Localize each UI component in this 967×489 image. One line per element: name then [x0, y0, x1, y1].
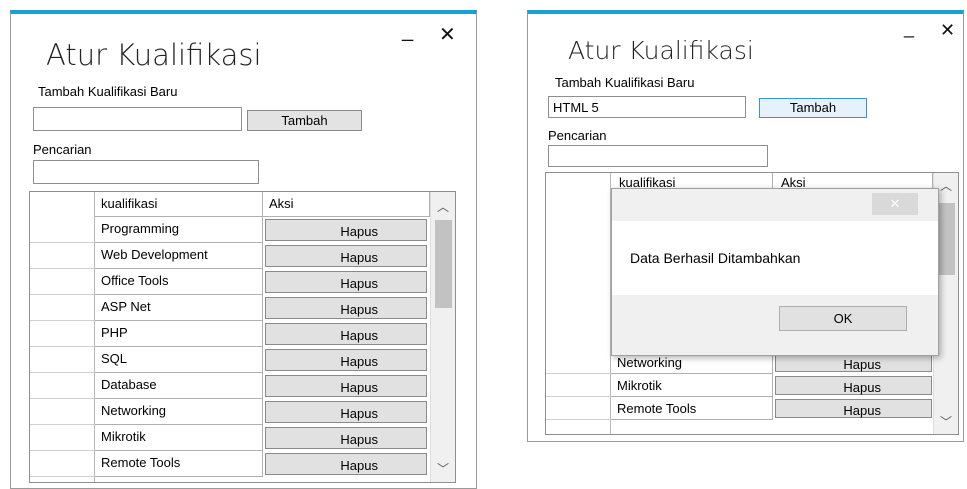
- row-header-cell[interactable]: [30, 451, 95, 477]
- row-header-cell[interactable]: [30, 321, 95, 347]
- search-label: Pencarian: [548, 128, 607, 143]
- delete-button[interactable]: Hapus: [265, 219, 427, 241]
- qualification-name-cell[interactable]: PHP: [95, 321, 263, 347]
- row-header-cell[interactable]: [546, 351, 611, 374]
- qualification-name-cell[interactable]: Programming: [95, 217, 263, 243]
- row-header-cell[interactable]: [546, 374, 611, 397]
- delete-button[interactable]: Hapus: [265, 375, 427, 397]
- column-header-kualifikasi[interactable]: kualifikasi: [95, 192, 263, 217]
- delete-button[interactable]: Hapus: [775, 376, 932, 395]
- column-header-aksi[interactable]: Aksi: [263, 192, 430, 217]
- left-window: Atur Kualifikasi _ ✕ Tambah Kualifikasi …: [10, 10, 477, 489]
- qualification-name-cell[interactable]: Mikrotik: [611, 374, 773, 397]
- vertical-scrollbar[interactable]: ︿ ﹀: [430, 192, 455, 482]
- add-qualification-input[interactable]: [548, 96, 746, 118]
- close-button[interactable]: ✕: [940, 20, 955, 41]
- qualification-name-cell[interactable]: SQL: [95, 347, 263, 373]
- qualification-name-cell[interactable]: ASP Net: [95, 295, 263, 321]
- delete-button[interactable]: Hapus: [265, 427, 427, 449]
- scroll-thumb[interactable]: [938, 203, 955, 275]
- delete-button[interactable]: Hapus: [265, 323, 427, 345]
- row-header-cell[interactable]: [30, 217, 95, 243]
- add-qualification-input[interactable]: [33, 107, 242, 131]
- row-header-cell[interactable]: [30, 295, 95, 321]
- right-window: Atur Kualifikasi _ ✕ Tambah Kualifikasi …: [527, 10, 964, 442]
- qualification-name-cell[interactable]: Office Tools: [95, 269, 263, 295]
- row-header-cell[interactable]: [546, 397, 611, 420]
- qualification-name-cell[interactable]: Web Development: [95, 243, 263, 269]
- minimize-button[interactable]: _: [402, 20, 413, 43]
- row-header-cell[interactable]: [30, 399, 95, 425]
- dialog-close-button[interactable]: ✕: [872, 193, 918, 215]
- add-qualification-label: Tambah Kualifikasi Baru: [38, 84, 178, 99]
- window-title: Atur Kualifikasi: [568, 36, 754, 65]
- row-header-cell[interactable]: [30, 269, 95, 295]
- delete-button[interactable]: Hapus: [265, 245, 427, 267]
- scroll-down-arrow-icon[interactable]: ﹀: [431, 460, 455, 477]
- delete-button[interactable]: Hapus: [265, 271, 427, 293]
- row-header-cell[interactable]: [30, 425, 95, 451]
- add-qualification-label: Tambah Kualifikasi Baru: [555, 75, 695, 90]
- delete-button[interactable]: Hapus: [265, 453, 427, 475]
- row-header-cell[interactable]: [30, 243, 95, 269]
- add-button[interactable]: Tambah: [247, 110, 362, 131]
- qualification-name-cell[interactable]: Mikrotik: [95, 425, 263, 451]
- qualification-name-cell[interactable]: Remote Tools: [611, 397, 773, 420]
- row-header-cell[interactable]: [30, 373, 95, 399]
- delete-button[interactable]: Hapus: [265, 297, 427, 319]
- search-input[interactable]: [548, 145, 768, 167]
- qualification-name-cell[interactable]: Database: [95, 373, 263, 399]
- minimize-button[interactable]: _: [904, 18, 914, 39]
- search-label: Pencarian: [33, 142, 92, 157]
- delete-button[interactable]: Hapus: [265, 401, 427, 423]
- delete-button[interactable]: Hapus: [775, 399, 932, 418]
- window-title: Atur Kualifikasi: [46, 38, 262, 72]
- dialog-message-area: Data Berhasil Ditambahkan: [612, 221, 938, 295]
- ok-button[interactable]: OK: [779, 306, 907, 331]
- scroll-thumb[interactable]: [435, 220, 452, 308]
- scroll-up-arrow-icon[interactable]: ︿: [431, 198, 455, 215]
- search-input[interactable]: [33, 160, 259, 184]
- row-header-cell[interactable]: [30, 347, 95, 373]
- close-button[interactable]: ✕: [439, 22, 456, 47]
- delete-button[interactable]: Hapus: [265, 349, 427, 371]
- scroll-down-arrow-icon[interactable]: ﹀: [934, 413, 958, 430]
- message-dialog: ✕ Data Berhasil Ditambahkan OK: [611, 188, 939, 356]
- dialog-message: Data Berhasil Ditambahkan: [630, 250, 801, 266]
- qualification-grid: kualifikasi Aksi Programming Hapus Web Dev…: [29, 191, 456, 483]
- qualification-name-cell[interactable]: Networking: [95, 399, 263, 425]
- add-button[interactable]: Tambah: [759, 98, 867, 118]
- qualification-name-cell[interactable]: Remote Tools: [95, 451, 263, 477]
